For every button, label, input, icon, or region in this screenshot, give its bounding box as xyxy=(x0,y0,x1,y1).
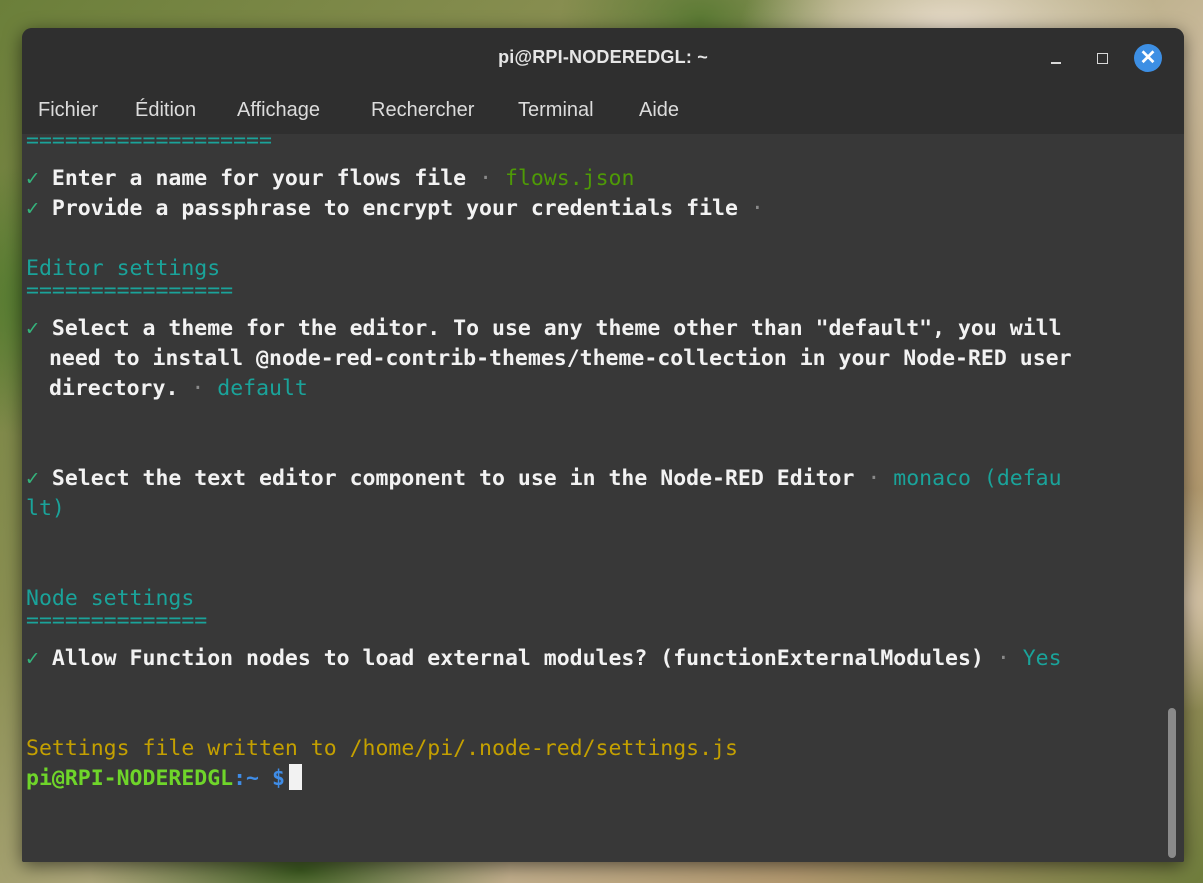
answer-flows: flows.json xyxy=(504,166,635,191)
terminal-line-texteditor: ✓ Select the text editor component to us… xyxy=(26,466,1062,491)
terminal-line-theme-3: directory. · default xyxy=(36,376,308,401)
title-bar[interactable]: pi@RPI-NODEREDGL: ~ ✕ xyxy=(22,28,1184,90)
prompt-user: pi@RPI-NODEREDGL xyxy=(26,766,234,791)
answer-theme: default xyxy=(217,376,308,401)
answer-modules: Yes xyxy=(1022,646,1062,671)
menu-affichage[interactable]: Affichage xyxy=(237,99,320,122)
terminal-line-passphrase: ✓ Provide a passphrase to encrypt your c… xyxy=(26,196,764,221)
terminal-window: pi@RPI-NODEREDGL: ~ ✕ Fichier Édition Af… xyxy=(22,28,1184,862)
prompt-symbol: $ xyxy=(259,766,285,791)
separator-dot: · xyxy=(750,196,764,221)
separator-dot: · xyxy=(996,646,1010,671)
menu-edition[interactable]: Édition xyxy=(135,99,196,122)
close-button[interactable]: ✕ xyxy=(1132,42,1164,74)
terminal-line-theme-2: need to install @node-red-contrib-themes… xyxy=(36,346,1072,371)
scrollbar-thumb[interactable] xyxy=(1168,708,1176,858)
text-cursor xyxy=(288,764,302,790)
shell-prompt[interactable]: pi@RPI-NODEREDGL:~ $ xyxy=(26,764,302,794)
minimize-button[interactable] xyxy=(1040,42,1072,74)
terminal-line-theme-1: ✓ Select a theme for the editor. To use … xyxy=(26,316,1062,341)
settings-written-message: Settings file written to /home/pi/.node-… xyxy=(26,736,738,761)
section-underline: ============== xyxy=(26,608,208,633)
terminal-line-flows: ✓ Enter a name for your flows file · flo… xyxy=(26,166,635,191)
section-underline: ================ xyxy=(26,278,234,303)
section-underline: =================== xyxy=(26,128,272,153)
separator-dot: · xyxy=(479,166,493,191)
minimize-icon xyxy=(1051,62,1061,64)
menu-aide[interactable]: Aide xyxy=(639,99,679,122)
menu-terminal[interactable]: Terminal xyxy=(518,99,594,122)
scrollbar[interactable] xyxy=(1162,134,1184,862)
check-icon: ✓ xyxy=(26,646,39,671)
menu-fichier[interactable]: Fichier xyxy=(38,99,98,122)
close-icon: ✕ xyxy=(1134,44,1162,72)
check-icon: ✓ xyxy=(26,466,39,491)
answer-texteditor: monaco (defau xyxy=(893,466,1062,491)
check-icon: ✓ xyxy=(26,196,39,221)
terminal-line-modules: ✓ Allow Function nodes to load external … xyxy=(26,646,1062,671)
check-icon: ✓ xyxy=(26,316,39,341)
menu-rechercher[interactable]: Rechercher xyxy=(371,99,474,122)
check-icon: ✓ xyxy=(26,166,39,191)
separator-dot: · xyxy=(191,376,205,401)
maximize-icon xyxy=(1097,53,1108,64)
separator-dot: · xyxy=(867,466,881,491)
prompt-path: :~ xyxy=(233,766,259,791)
terminal-line-texteditor-wrap: lt) xyxy=(26,496,65,521)
window-title: pi@RPI-NODEREDGL: ~ xyxy=(498,47,708,67)
maximize-button[interactable] xyxy=(1086,42,1118,74)
terminal-output[interactable]: =================== ✓ Enter a name for y… xyxy=(22,128,1162,862)
